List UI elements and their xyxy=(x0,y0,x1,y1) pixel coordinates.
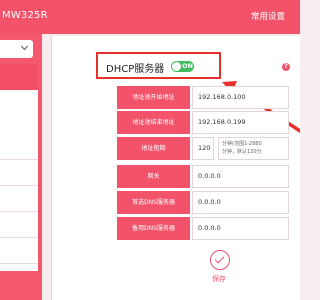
dhcp-toggle[interactable]: ON xyxy=(171,61,194,72)
chevron-down-icon xyxy=(20,42,29,51)
lease-hint-line-2: 分钟，默认120分 xyxy=(222,149,262,155)
lease-hint-line-1: 分钟(范围1-2880 xyxy=(222,141,262,147)
start-address-label: 地址池开始地址 xyxy=(117,86,190,109)
lease-time-label: 地址租期 xyxy=(117,137,190,160)
sidebar-item-selected[interactable] xyxy=(0,64,38,90)
sidebar-item[interactable] xyxy=(0,160,38,186)
lease-time-hint: 分钟(范围1-2880 分钟，默认120分 xyxy=(218,137,289,160)
gateway-input[interactable]: 0.0.0.0 xyxy=(192,165,289,188)
sidebar-dropdown[interactable] xyxy=(0,40,33,58)
sidebar-item[interactable] xyxy=(0,238,38,264)
sidebar-item[interactable] xyxy=(0,212,38,238)
router-model: MW325R xyxy=(2,10,48,21)
save-label[interactable]: 保存 xyxy=(212,274,226,284)
dhcp-server-label: DHCP服务器 xyxy=(106,64,165,75)
end-address-label: 地址池结束地址 xyxy=(117,111,190,134)
sidebar-item[interactable] xyxy=(0,134,38,160)
secondary-dns-label: 备用DNS服务器 xyxy=(117,217,190,240)
secondary-dns-input[interactable]: 0.0.0.0 xyxy=(192,217,289,240)
primary-dns-input[interactable]: 0.0.0.0 xyxy=(192,191,289,214)
save-check-icon xyxy=(214,253,225,264)
lease-time-input[interactable]: 120 xyxy=(192,137,214,160)
dhcp-server-highlight: DHCP服务器 ON xyxy=(96,52,221,79)
common-settings-link[interactable]: 常用设置 xyxy=(251,10,285,22)
toggle-state: ON xyxy=(182,62,193,70)
help-icon[interactable]: ? xyxy=(282,63,290,71)
top-bar: MW325R 常用设置 xyxy=(0,0,300,34)
end-address-input[interactable]: 192.168.0.199 xyxy=(192,111,289,134)
primary-dns-label: 首选DNS服务器 xyxy=(117,191,190,214)
toggle-knob xyxy=(172,62,181,71)
gateway-label: 网关 xyxy=(117,165,190,188)
save-button[interactable] xyxy=(210,250,230,270)
sidebar-item[interactable] xyxy=(0,186,38,212)
start-address-input[interactable]: 192.168.0.100 xyxy=(192,86,289,109)
